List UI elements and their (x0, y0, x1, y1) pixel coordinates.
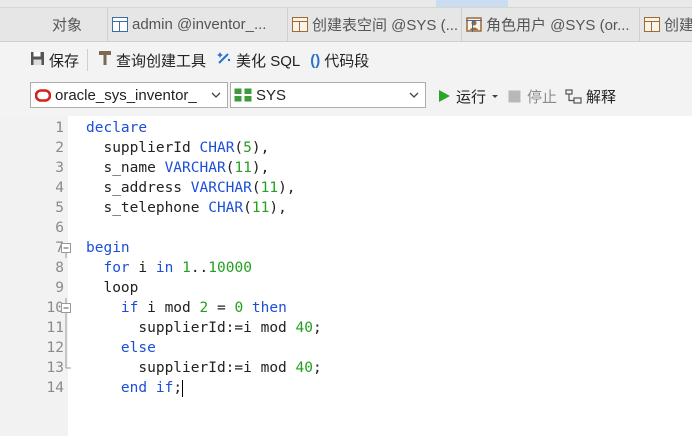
line-number: 4 (55, 180, 64, 196)
code-text: for i in 1..10000 (103, 260, 252, 276)
run-toolbar: oracle_sys_inventor_ SYS 运行 停止 解释 (0, 80, 692, 112)
sql-editor[interactable]: 1 declare 2 supplierId CHAR(5), 3 s_name VA… (0, 116, 692, 436)
tab-bar: 对象 admin @inventor_... 创建表空间 @SYS (... 角… (0, 8, 692, 42)
explain-plan-icon (565, 88, 582, 104)
chevron-down-icon (409, 92, 419, 98)
code-line[interactable]: 12 else (0, 338, 692, 358)
editor-toolbar: 保存 查询创建工具 美化 SQL () 代码段 (0, 42, 692, 78)
code-line[interactable]: 10 if i mod 2 = 0 then (0, 298, 692, 318)
code-text: s_telephone CHAR(11), (86, 200, 287, 216)
chevron-down-icon (211, 92, 221, 98)
line-number: 8 (55, 260, 64, 276)
menu-strip (0, 0, 692, 8)
code-line[interactable]: 7 begin (0, 238, 692, 258)
tab-label: admin @inventor_... (132, 16, 267, 33)
tab-label: 对象 (52, 17, 83, 34)
play-icon (439, 90, 450, 102)
tab-label: 创建 (664, 17, 692, 34)
caret-down-icon (492, 95, 499, 98)
stop-icon (508, 90, 521, 102)
tab-label: 角色用户 @SYS (or... (486, 17, 630, 34)
code-line[interactable]: 8 for i in 1..10000 (0, 258, 692, 278)
code-line[interactable]: 4 s_address VARCHAR(11), (0, 178, 692, 198)
menu-strip-selected (436, 0, 508, 7)
code-line[interactable]: 1 declare (0, 118, 692, 138)
code-text: s_address VARCHAR(11), (86, 180, 296, 196)
code-line[interactable]: 6 (0, 218, 692, 238)
fold-guide (60, 358, 72, 378)
code-text: else (120, 340, 156, 356)
code-line[interactable]: 3 s_name VARCHAR(11), (0, 158, 692, 178)
beautify-sql-button[interactable]: 美化 SQL (216, 46, 300, 74)
connection-value: oracle_sys_inventor_ (55, 86, 197, 104)
code-line[interactable]: 14 end if; (0, 378, 692, 398)
connection-select[interactable]: oracle_sys_inventor_ (30, 82, 228, 108)
code-text: if i mod 2 = 0 then (120, 300, 287, 316)
line-number: 13 (46, 360, 64, 376)
table-icon (644, 17, 660, 32)
line-number: 7 (55, 240, 64, 256)
table-icon (292, 17, 308, 32)
tab-create[interactable]: 创建 (640, 8, 692, 41)
stop-button[interactable]: 停止 (508, 84, 557, 108)
fold-guide (60, 338, 72, 358)
run-label: 运行 (456, 88, 487, 106)
role-icon (466, 17, 482, 32)
line-number: 9 (55, 280, 64, 296)
tab-role-user[interactable]: 角色用户 @SYS (or... (462, 8, 640, 41)
fold-guide (60, 318, 72, 338)
explain-button[interactable]: 解释 (565, 84, 616, 108)
code-snippet-button[interactable]: () 代码段 (310, 46, 369, 74)
save-button[interactable]: 保存 (30, 46, 79, 74)
code-text: supplierId CHAR(5), (86, 140, 270, 156)
line-number: 5 (55, 200, 64, 216)
line-number: 11 (46, 320, 64, 336)
line-number: 6 (55, 220, 64, 236)
code-line[interactable]: 2 supplierId CHAR(5), (0, 138, 692, 158)
parentheses-icon: () (310, 51, 321, 69)
code-line[interactable]: 9 loop (0, 278, 692, 298)
run-button[interactable]: 运行 (437, 84, 500, 108)
code-text: declare (86, 120, 148, 136)
hammer-icon (98, 50, 112, 70)
schema-select[interactable]: SYS (230, 82, 426, 108)
code-lines: 1 declare 2 supplierId CHAR(5), 3 s_name VA… (0, 116, 692, 398)
line-number: 10 (46, 300, 64, 316)
tab-admin-query[interactable]: admin @inventor_... (108, 8, 288, 41)
beautify-sql-label: 美化 SQL (236, 52, 301, 70)
code-text: end if; (120, 379, 184, 397)
stop-label: 停止 (527, 88, 558, 106)
code-text: s_name VARCHAR(11), (86, 160, 270, 176)
query-builder-button[interactable]: 查询创建工具 (98, 46, 206, 74)
tab-create-tablespace[interactable]: 创建表空间 @SYS (... (288, 8, 462, 41)
line-number: 1 (55, 120, 64, 136)
code-text: begin (86, 240, 130, 256)
code-line[interactable]: 5 s_telephone CHAR(11), (0, 198, 692, 218)
line-number: 2 (55, 140, 64, 156)
tab-objects[interactable]: 对象 (0, 8, 108, 41)
floppy-icon (30, 51, 45, 70)
schema-icon (234, 88, 252, 102)
code-line[interactable]: 13 supplierId:=i mod 40; (0, 358, 692, 378)
toolbar-divider (87, 49, 89, 71)
oracle-icon (34, 88, 52, 102)
code-line[interactable]: 11 supplierId:=i mod 40; (0, 318, 692, 338)
line-number: 12 (46, 340, 64, 356)
code-text: supplierId:=i mod 40; (86, 320, 322, 336)
save-label: 保存 (49, 52, 80, 70)
tab-label: 创建表空间 @SYS (... (312, 17, 459, 34)
code-text: loop (86, 280, 139, 296)
explain-label: 解释 (586, 88, 617, 106)
magic-wand-icon (216, 50, 232, 70)
code-snippet-label: 代码段 (324, 52, 370, 70)
schema-value: SYS (256, 86, 287, 104)
table-icon (112, 17, 128, 32)
query-builder-label: 查询创建工具 (116, 52, 207, 70)
line-number: 3 (55, 160, 64, 176)
fold-toggle-icon[interactable] (60, 298, 72, 318)
fold-toggle-icon[interactable] (60, 238, 72, 258)
code-text: supplierId:=i mod 40; (86, 360, 322, 376)
line-number: 14 (46, 380, 64, 396)
